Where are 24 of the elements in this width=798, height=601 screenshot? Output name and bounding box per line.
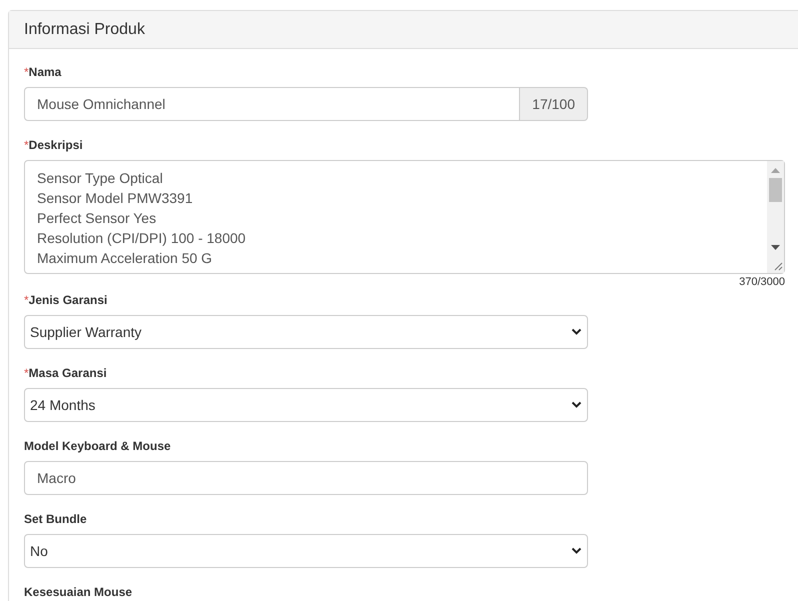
field-label: *Masa Garansi xyxy=(24,365,107,381)
field-label: *Jenis Garansi xyxy=(24,292,108,308)
scrollbar[interactable] xyxy=(767,161,784,273)
scroll-up-icon[interactable] xyxy=(771,167,780,173)
field-label: Model Keyboard & Mouse xyxy=(24,438,171,454)
scroll-down-icon[interactable] xyxy=(771,245,780,251)
chevron-down-icon xyxy=(571,547,582,555)
character-count: 370/3000 xyxy=(738,275,785,289)
field-label: Set Bundle xyxy=(24,511,87,527)
select-field[interactable]: 24 Months xyxy=(24,388,588,422)
field-label: *Nama xyxy=(24,64,62,80)
character-count: 17/100 xyxy=(520,87,588,121)
description-field[interactable]: Sensor Type Optical Sensor Model PMW3391 Perfect Sensor Yes Resolution (CPI/DPI) 100 - 18000 Maximum Acceleration 50 G xyxy=(24,160,785,274)
resize-grip-icon[interactable] xyxy=(772,261,782,271)
text-field[interactable]: Macro xyxy=(24,461,588,495)
chevron-down-icon xyxy=(571,401,582,409)
chevron-down-icon xyxy=(571,328,582,336)
field-label: *Deskripsi xyxy=(24,137,83,153)
scrollbar-thumb[interactable] xyxy=(769,178,782,202)
panel-title: Informasi Produk xyxy=(24,20,145,38)
field-label: Kesesuaian Mouse xyxy=(24,584,132,600)
text-field[interactable]: Mouse Omnichannel xyxy=(24,87,520,121)
select-field[interactable]: No xyxy=(24,534,588,568)
select-field[interactable]: Supplier Warranty xyxy=(24,315,588,349)
